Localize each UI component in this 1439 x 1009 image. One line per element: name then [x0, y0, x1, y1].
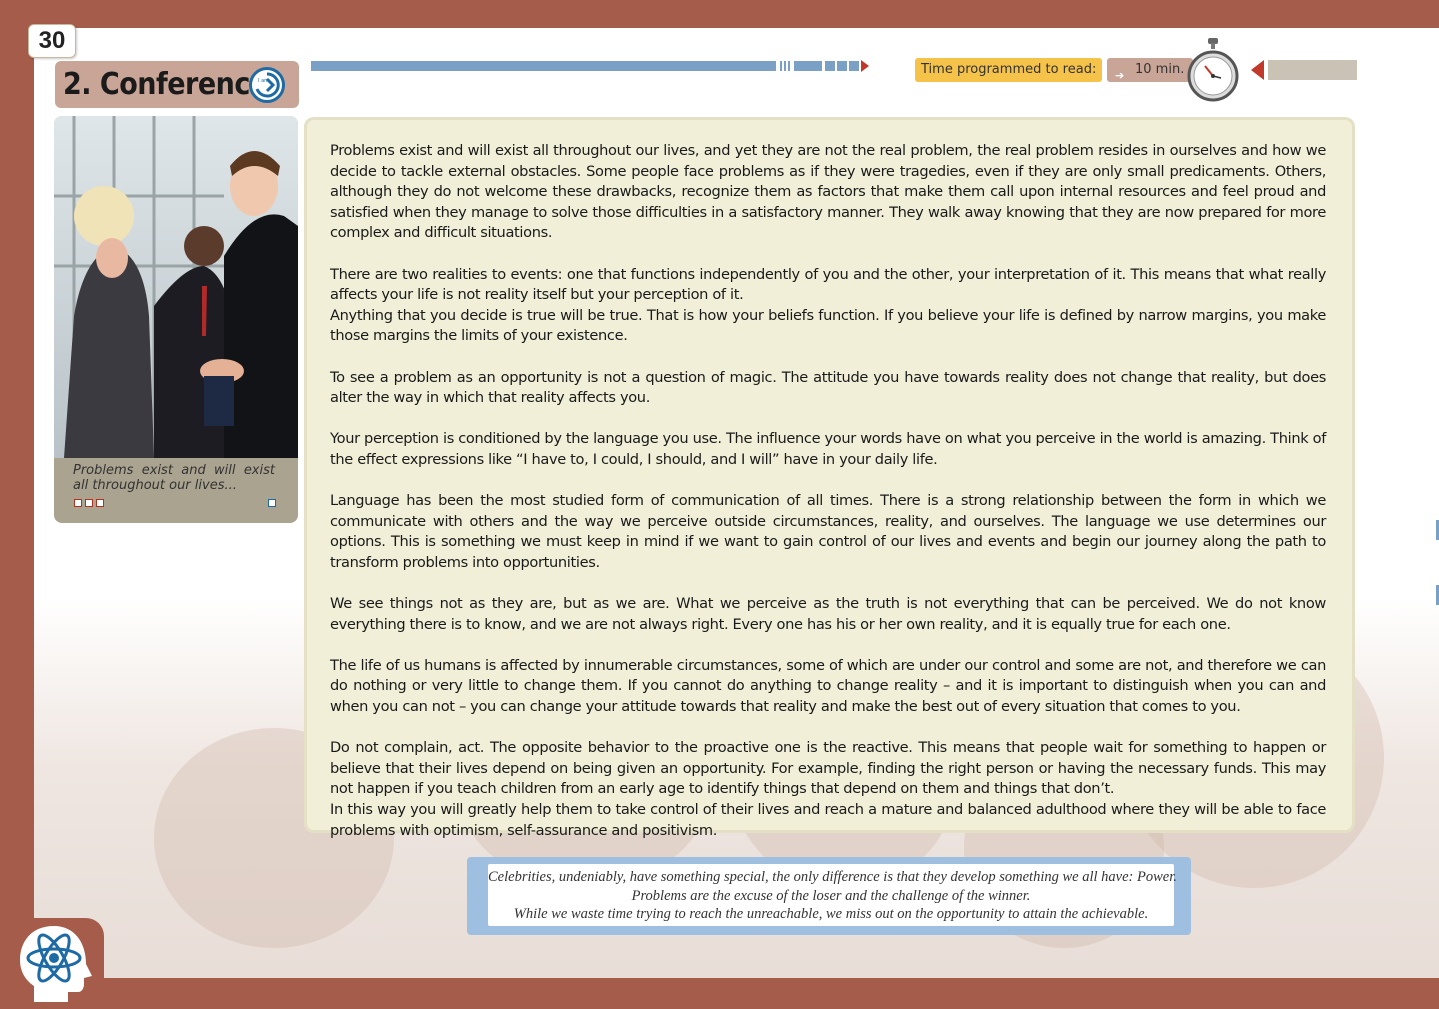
arrow-left-icon — [1251, 60, 1264, 80]
business-handshake-photo — [54, 116, 298, 458]
arrow-right-icon: ➔ — [1115, 69, 1125, 82]
paragraph: Language has been the most studied form … — [330, 492, 1326, 571]
article-body: Problems exist and will exist all throug… — [330, 141, 1326, 841]
page-number: 30 — [28, 24, 76, 58]
quote-text: Celebrities, undeniably, have something … — [487, 863, 1177, 927]
i-am-label: I am. — [258, 78, 271, 84]
paragraph: Anything that you decide is true will be… — [330, 306, 1326, 345]
caption-dot — [74, 499, 82, 507]
reading-time-value: ➔ 10 min. — [1107, 58, 1193, 82]
paragraph: We see things not as they are, but as we… — [330, 595, 1326, 633]
quote-line: Problems are the excuse of the loser and… — [631, 887, 1031, 904]
paragraph: The life of us humans is affected by inn… — [330, 656, 1326, 716]
paragraph: Your perception is conditioned by the la… — [330, 430, 1326, 468]
progress-bar — [311, 61, 776, 71]
caption-dot — [96, 499, 104, 507]
progress-segment — [849, 61, 859, 71]
quote-line: While we waste time trying to reach the … — [513, 906, 1149, 922]
progress-segment — [837, 61, 847, 71]
progress-segment — [825, 61, 835, 71]
article-panel: Problems exist and will exist all throug… — [304, 117, 1355, 839]
stopwatch-icon — [1187, 38, 1239, 102]
reading-time-text: 10 min. — [1135, 62, 1185, 77]
progress-segment — [794, 61, 822, 71]
section-title: 2. Conference — [63, 67, 268, 102]
progress-segment — [780, 61, 782, 71]
quote-line: Celebrities, undeniably, have something … — [488, 869, 1177, 885]
paragraph: To see a problem as an opportunity is no… — [330, 368, 1326, 407]
photo-caption: Problems exist and will exist all throug… — [73, 463, 275, 493]
progress-segment — [788, 61, 790, 71]
reading-time-label: Time programmed to read: — [915, 58, 1102, 82]
progress-segment — [784, 61, 786, 71]
quote-box: Celebrities, undeniably, have something … — [467, 857, 1191, 935]
atom-head-logo — [20, 926, 92, 1002]
caption-end-marker — [268, 499, 276, 507]
caption-dot — [85, 499, 93, 507]
paragraph: There are two realities to events: one t… — [330, 265, 1326, 304]
paragraph: In this way you will greatly help them t… — [330, 801, 1326, 839]
paragraph: Do not complain, act. The opposite behav… — [330, 739, 1326, 798]
photo-card: Problems exist and will exist all throug… — [54, 116, 298, 523]
arrow-right-icon — [861, 60, 869, 72]
section-header: 2. Conference I am. — [55, 61, 299, 108]
caption-dots — [74, 499, 104, 507]
i-am-icon: I am. — [249, 67, 285, 103]
paragraph: Problems exist and will exist all throug… — [330, 142, 1326, 242]
side-progress-bar — [1268, 60, 1357, 80]
